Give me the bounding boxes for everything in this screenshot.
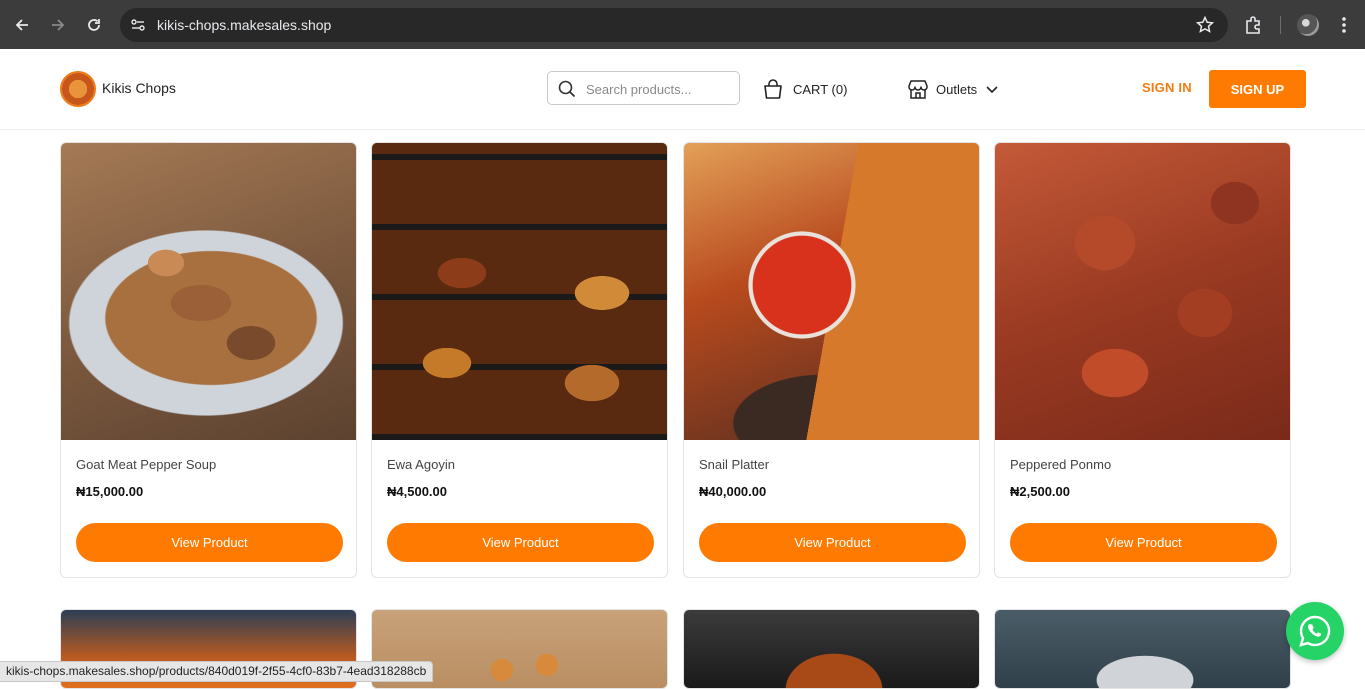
product-image[interactable] [994,609,1291,689]
product-name: Goat Meat Pepper Soup [76,457,217,472]
menu-icon[interactable] [1335,14,1353,36]
product-card: Peppered Ponmo ₦2,500.00 View Product [994,142,1291,578]
brand-logo[interactable] [60,71,96,107]
product-price: ₦2,500.00 [1010,484,1070,499]
browser-toolbar: kikis-chops.makesales.shop [0,0,1365,49]
product-image[interactable] [683,609,980,689]
search-input[interactable] [584,78,736,100]
extensions-icon[interactable] [1243,14,1265,36]
site-header: Kikis Chops CART (0) Outlets SIGN IN SIG… [0,49,1365,130]
site-settings-icon[interactable] [130,17,146,33]
sign-up-button[interactable]: SIGN UP [1209,70,1306,108]
profile-avatar[interactable] [1297,14,1319,36]
shopping-bag-icon [764,79,782,99]
product-name: Ewa Agoyin [387,457,455,472]
outlets-label: Outlets [936,81,978,97]
store-icon [908,80,928,99]
product-price: ₦40,000.00 [699,484,767,499]
cart-link[interactable]: CART (0) [761,77,847,101]
sign-in-link[interactable]: SIGN IN [1142,80,1192,95]
product-name: Snail Platter [699,457,770,472]
product-image[interactable] [372,143,667,440]
brand-name[interactable]: Kikis Chops [102,80,176,96]
product-name: Peppered Ponmo [1010,457,1112,472]
product-card: Ewa Agoyin ₦4,500.00 View Product [371,142,668,578]
product-price: ₦15,000.00 [76,484,144,499]
whatsapp-icon [1299,615,1331,647]
product-card: Goat Meat Pepper Soup ₦15,000.00 View Pr… [60,142,357,578]
whatsapp-chat-button[interactable] [1286,602,1344,660]
view-product-button[interactable]: View Product [76,523,343,562]
address-bar[interactable]: kikis-chops.makesales.shop [120,8,1228,42]
product-price: ₦4,500.00 [387,484,447,499]
toolbar-divider [1280,16,1281,34]
forward-icon[interactable] [46,13,70,37]
search-icon [558,80,576,98]
outlets-dropdown[interactable]: Outlets [906,77,999,101]
product-card: Snail Platter ₦40,000.00 View Product [683,142,980,578]
product-image[interactable] [684,143,979,440]
link-status-bar: kikis-chops.makesales.shop/products/840d… [0,661,434,682]
star-icon[interactable] [1196,16,1214,34]
view-product-button[interactable]: View Product [387,523,654,562]
search-box[interactable] [547,71,740,105]
product-image[interactable] [995,143,1290,440]
cart-label: CART (0) [793,81,848,97]
reload-icon[interactable] [82,13,106,37]
view-product-button[interactable]: View Product [699,523,966,562]
chevron-down-icon [986,86,998,94]
back-icon[interactable] [10,13,34,37]
view-product-button[interactable]: View Product [1010,523,1277,562]
product-image[interactable] [61,143,356,440]
url-text: kikis-chops.makesales.shop [157,17,332,33]
